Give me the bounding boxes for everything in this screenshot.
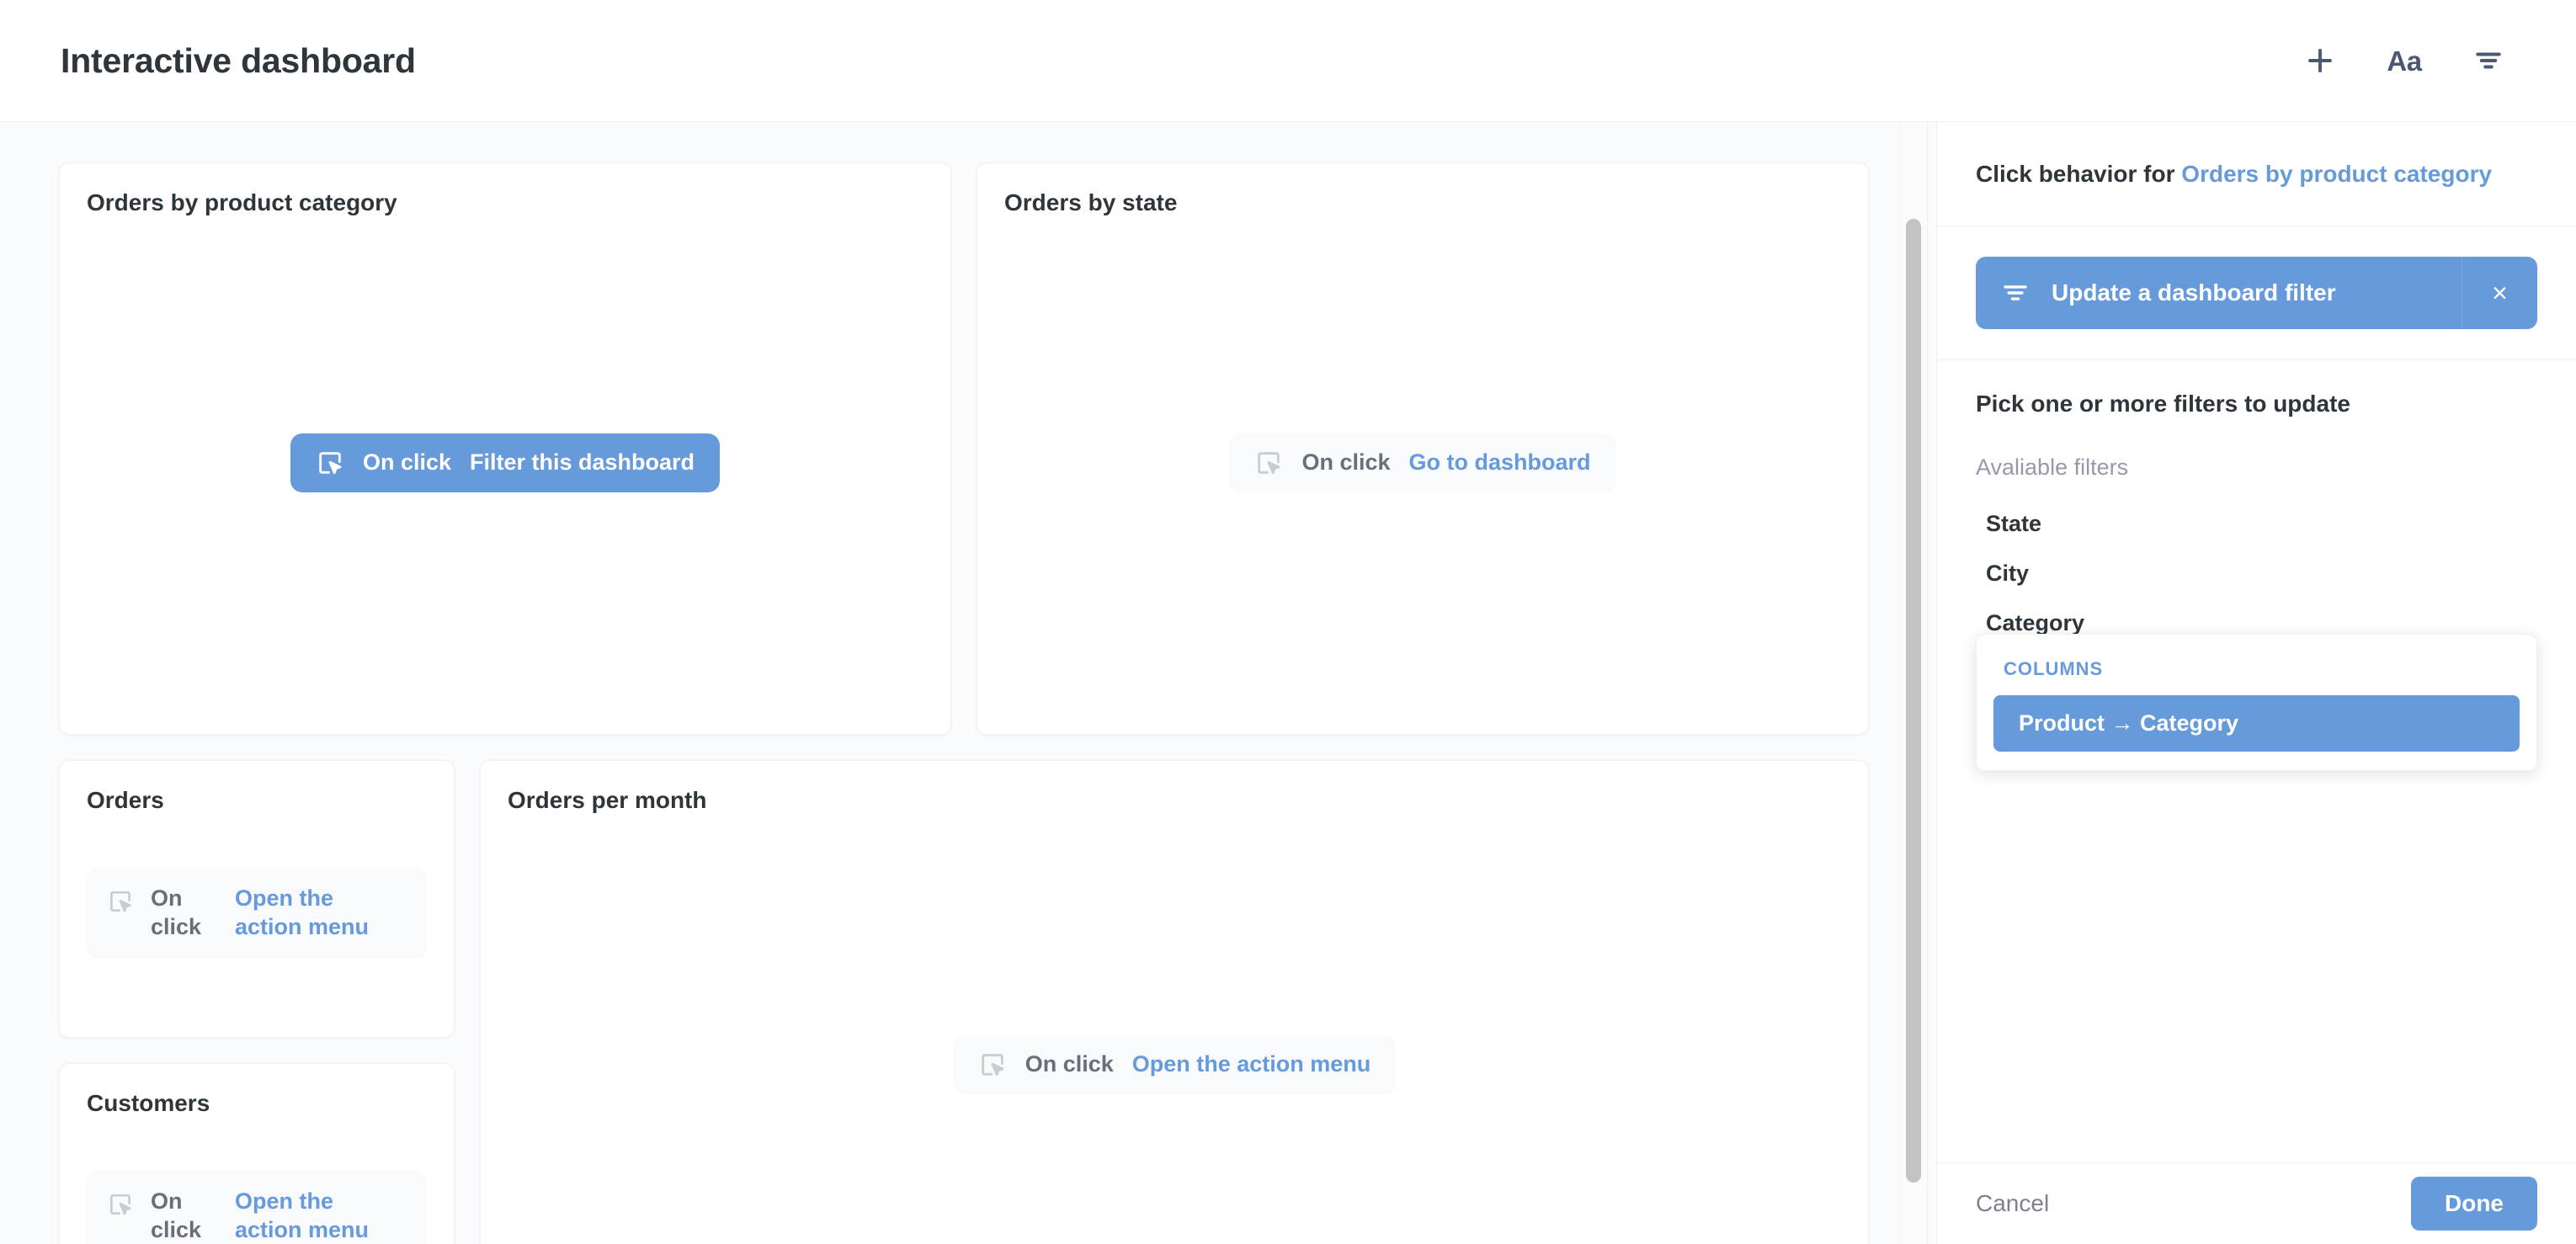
click-behavior-action[interactable]: Go to dashboard <box>1409 449 1591 476</box>
filter-item-city[interactable]: City <box>1976 549 2537 598</box>
dashboard-scrollbar-thumb[interactable] <box>1906 219 1921 1183</box>
click-behavior-prefix: On click <box>1301 449 1391 476</box>
card-body: On click Open the action menu <box>87 1118 427 1244</box>
dashboard-card-orders-by-product-category[interactable]: Orders by product category On click Filt… <box>59 162 951 735</box>
card-body: On click Filter this dashboard <box>87 217 923 709</box>
available-filters-label: Avaliable filters <box>1976 455 2129 480</box>
click-target-icon <box>316 449 344 477</box>
add-icon[interactable] <box>2298 39 2342 82</box>
click-behavior-prefix: On click <box>151 885 202 939</box>
card-title: Orders by state <box>1004 189 1178 215</box>
click-behavior-prefix: On click <box>151 1188 202 1242</box>
card-title: Orders <box>87 787 164 813</box>
click-behavior-sidebar: Click behavior for Orders by product cat… <box>1936 122 2576 1244</box>
dashboard-row-1: Orders by product category On click Filt… <box>59 162 1877 735</box>
click-behavior-action[interactable]: Filter this dashboard <box>470 449 695 476</box>
dashboard-card-orders-per-month[interactable]: Orders per month On click Open the actio… <box>480 760 1869 1244</box>
click-behavior-action[interactable]: Open the action menu <box>235 1188 386 1244</box>
dashboard-grid: Orders by product category On click Filt… <box>0 122 1936 1244</box>
selected-behavior-label: Update a dashboard filter <box>2052 279 2336 306</box>
dashboard-card-orders-by-state[interactable]: Orders by state On click Go to dashboard <box>977 162 1869 735</box>
columns-option-product-category[interactable]: Product → Category <box>1993 695 2520 752</box>
dashboard-header: Interactive dashboard Aa <box>0 0 2576 122</box>
text-card-icon[interactable]: Aa <box>2382 39 2426 82</box>
dashboard-scrollbar-track[interactable] <box>1899 122 1928 1244</box>
sidebar-content: Pick one or more filters to update Avali… <box>1937 360 2576 1162</box>
filter-icon <box>2001 279 2030 307</box>
columns-popover: COLUMNS Product → Category <box>1976 634 2537 771</box>
selected-behavior-main[interactable]: Update a dashboard filter <box>1976 257 2462 329</box>
card-title: Customers <box>87 1090 210 1116</box>
click-behavior-pill-open-action-menu[interactable]: On click Open the action menu <box>952 1034 1397 1094</box>
cancel-button[interactable]: Cancel <box>1976 1190 2049 1217</box>
close-icon[interactable]: × <box>2462 257 2537 329</box>
available-filters-list: State City Category <box>1976 499 2537 648</box>
app-root: Interactive dashboard Aa Orders by produ… <box>0 0 2576 1244</box>
card-title: Orders per month <box>508 787 707 813</box>
text-card-icon-label: Aa <box>2387 45 2422 77</box>
click-target-icon <box>107 888 134 915</box>
click-target-icon <box>107 1191 134 1218</box>
click-behavior-pill-open-action-menu[interactable]: On click Open the action menu <box>87 1171 427 1244</box>
sidebar-header-prefix: Click behavior for <box>1976 161 2175 187</box>
filter-icon[interactable] <box>2467 39 2510 82</box>
click-behavior-pill-go-to-dashboard[interactable]: On click Go to dashboard <box>1229 433 1616 492</box>
click-behavior-prefix: On click <box>1025 1051 1114 1077</box>
selected-behavior-bar[interactable]: Update a dashboard filter × <box>1976 257 2537 329</box>
dashboard-column-small: Orders On click Open the action menu Cus… <box>59 760 455 1244</box>
click-behavior-action[interactable]: Open the action menu <box>235 885 386 942</box>
sidebar-behavior-section: Update a dashboard filter × <box>1937 226 2576 360</box>
card-body: On click Open the action menu <box>87 815 427 1012</box>
columns-popover-heading: COLUMNS <box>2004 658 2104 679</box>
sidebar-footer: Cancel Done <box>1937 1162 2576 1244</box>
dashboard-row-2: Orders On click Open the action menu Cus… <box>59 760 1877 1244</box>
dashboard-card-orders[interactable]: Orders On click Open the action menu <box>59 760 455 1038</box>
sidebar-subtitle: Pick one or more filters to update <box>1976 391 2350 417</box>
page-title: Interactive dashboard <box>61 40 416 80</box>
click-behavior-prefix: On click <box>362 449 451 476</box>
click-target-icon <box>978 1050 1007 1079</box>
click-behavior-action[interactable]: Open the action menu <box>1132 1051 1371 1077</box>
header-actions: Aa <box>2298 39 2536 82</box>
click-behavior-pill-filter-this-dashboard[interactable]: On click Filter this dashboard <box>290 433 721 492</box>
filter-item-state[interactable]: State <box>1976 499 2537 549</box>
sidebar-header: Click behavior for Orders by product cat… <box>1937 122 2576 226</box>
card-body: On click Open the action menu <box>508 815 1841 1244</box>
dashboard-grid-area: Orders by product category On click Filt… <box>0 122 1936 1244</box>
click-target-icon <box>1254 449 1283 477</box>
click-behavior-pill-open-action-menu[interactable]: On click Open the action menu <box>87 868 427 959</box>
sidebar-header-target-card[interactable]: Orders by product category <box>2181 161 2492 187</box>
card-body: On click Go to dashboard <box>1004 217 1841 709</box>
body: Orders by product category On click Filt… <box>0 122 2576 1244</box>
card-title: Orders by product category <box>87 189 397 215</box>
done-button[interactable]: Done <box>2411 1177 2537 1231</box>
dashboard-card-customers[interactable]: Customers On click Open the action menu <box>59 1063 455 1244</box>
